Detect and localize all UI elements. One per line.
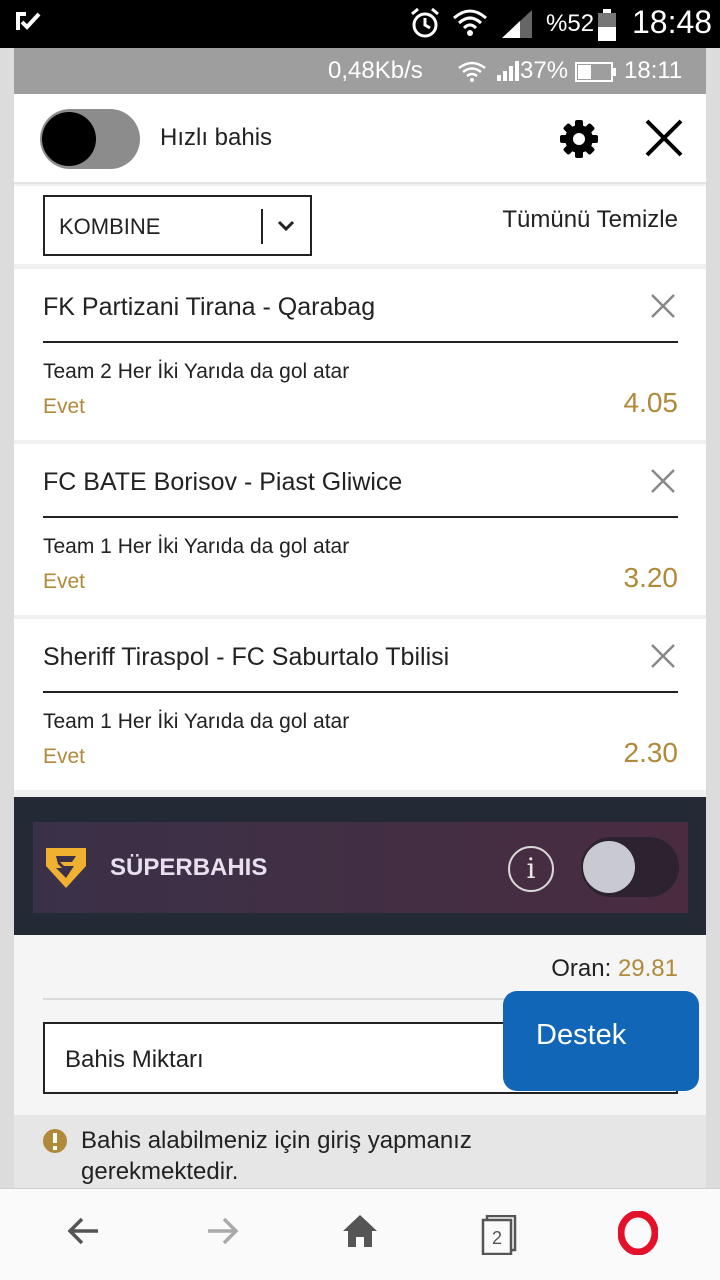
forward-arrow-icon[interactable] xyxy=(204,1213,240,1249)
bet-item: FC BATE Borisov - Piast Gliwice Team 1 H… xyxy=(14,444,706,615)
close-icon[interactable] xyxy=(644,118,684,158)
total-odds-label: Oran: xyxy=(551,955,612,982)
inner-clock: 18:11 xyxy=(624,57,683,84)
toggle-knob xyxy=(42,112,96,166)
browser-nav-bar: 2 xyxy=(0,1188,720,1280)
toggle-knob xyxy=(583,841,635,893)
bet-match-name: FC BATE Borisov - Piast Gliwice xyxy=(43,468,403,496)
wifi-icon xyxy=(458,61,486,82)
superbet-label: SÜPERBAHIS xyxy=(110,854,268,881)
bet-selection: Evet xyxy=(43,570,86,593)
info-icon[interactable]: i xyxy=(508,846,554,892)
superbet-section: SÜPERBAHIS i xyxy=(14,797,706,935)
remove-bet-icon[interactable] xyxy=(650,293,676,319)
notification-app-icon xyxy=(16,12,41,30)
bet-divider xyxy=(43,691,678,693)
battery-percent: %52 xyxy=(546,10,595,37)
support-button[interactable]: Destek xyxy=(503,991,699,1091)
quick-bet-label: Hızlı bahis xyxy=(160,124,273,151)
bet-divider xyxy=(43,516,678,518)
bet-type-select[interactable]: KOMBINE xyxy=(43,195,312,256)
login-warning: Bahis alabilmeniz için giriş yapmanız ge… xyxy=(14,1115,706,1188)
bet-odds: 3.20 xyxy=(623,562,679,593)
bet-odds: 2.30 xyxy=(623,737,679,768)
warning-icon xyxy=(43,1129,67,1153)
total-odds: Oran: 29.81 xyxy=(551,955,678,983)
betslip-header: Hızlı bahis xyxy=(14,94,706,184)
remove-bet-icon[interactable] xyxy=(650,468,676,494)
device-clock: 18:48 xyxy=(632,4,713,40)
back-arrow-icon[interactable] xyxy=(66,1213,102,1249)
signal-bars-icon xyxy=(497,61,519,81)
tab-count: 2 xyxy=(492,1228,503,1248)
bet-type-value: KOMBINE xyxy=(59,214,161,239)
quick-bet-toggle[interactable] xyxy=(40,109,140,169)
bet-match-name: Sheriff Tiraspol - FC Saburtalo Tbilisi xyxy=(43,643,450,671)
clear-all-button[interactable]: Tümünü Temizle xyxy=(502,206,678,234)
stake-placeholder: Bahis Miktarı xyxy=(65,1046,204,1073)
battery-icon xyxy=(575,62,616,82)
bet-odds: 4.05 xyxy=(623,387,679,418)
superbet-bar: SÜPERBAHIS i xyxy=(33,822,688,913)
battery-percent: 37% xyxy=(520,57,569,84)
select-divider xyxy=(261,209,263,244)
opera-menu-icon[interactable] xyxy=(618,1211,658,1255)
total-odds-value: 29.81 xyxy=(617,955,678,982)
wifi-icon xyxy=(453,9,487,36)
inner-status-bar: 0,48Kb/s 37% 18:11 xyxy=(14,48,706,94)
bet-item: Sheriff Tiraspol - FC Saburtalo Tbilisi … xyxy=(14,619,706,790)
superbet-toggle[interactable] xyxy=(581,837,679,897)
home-icon[interactable] xyxy=(341,1213,379,1249)
alarm-icon xyxy=(411,7,439,38)
bet-selection: Evet xyxy=(43,745,86,768)
bet-match-name: FK Partizani Tirana - Qarabag xyxy=(43,293,376,321)
gear-icon[interactable] xyxy=(558,118,600,160)
bet-market: Team 2 Her İki Yarıda da gol atar xyxy=(43,360,350,383)
bet-divider xyxy=(43,341,678,343)
tabs-button[interactable]: 2 xyxy=(481,1215,517,1255)
network-speed: 0,48Kb/s xyxy=(328,57,423,84)
chevron-down-icon xyxy=(277,220,295,232)
bet-market: Team 1 Her İki Yarıda da gol atar xyxy=(43,710,350,733)
support-label: Destek xyxy=(536,1019,627,1051)
bet-selection: Evet xyxy=(43,395,86,418)
battery-icon xyxy=(598,9,616,41)
superbet-logo-icon xyxy=(46,848,86,888)
login-warning-text: Bahis alabilmeniz için giriş yapmanız ge… xyxy=(81,1127,472,1185)
betslip-type-bar: KOMBINE Tümünü Temizle xyxy=(14,186,706,264)
bet-market: Team 1 Her İki Yarıda da gol atar xyxy=(43,535,350,558)
bet-item: FK Partizani Tirana - Qarabag Team 2 Her… xyxy=(14,269,706,440)
signal-icon xyxy=(502,10,532,38)
device-status-bar: %52 18:48 xyxy=(0,0,720,48)
remove-bet-icon[interactable] xyxy=(650,643,676,669)
